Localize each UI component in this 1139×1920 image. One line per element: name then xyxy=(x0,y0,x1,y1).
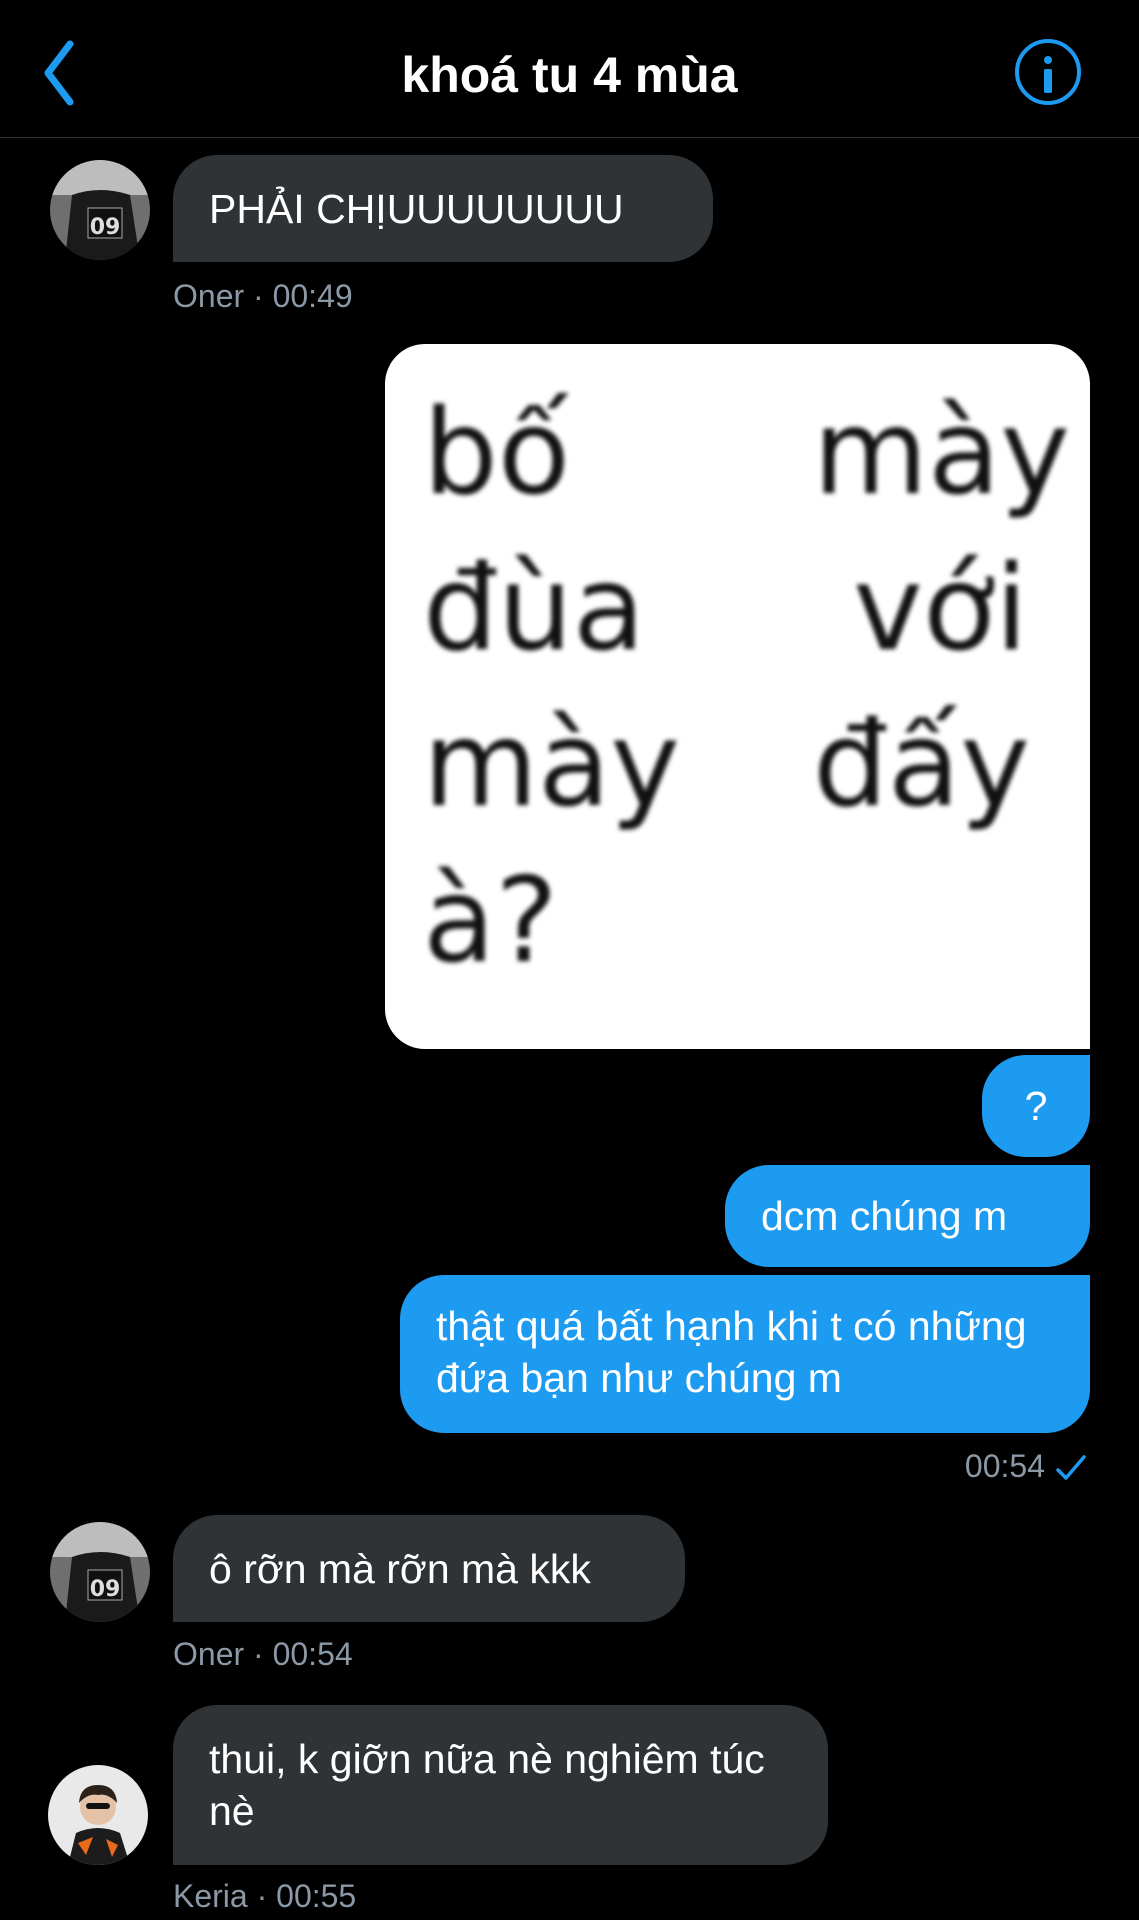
avatar-image: 09 xyxy=(50,1522,150,1622)
info-button[interactable] xyxy=(1015,39,1081,105)
image-word: mày xyxy=(813,383,1071,521)
avatar-oner[interactable]: 09 xyxy=(50,1522,150,1622)
image-word: à? xyxy=(423,851,558,989)
message-meta: Oner · 00:49 xyxy=(173,278,353,314)
message-bubble[interactable]: PHẢI CHỊUUUUUUUU xyxy=(173,155,713,262)
info-circle-icon xyxy=(1044,56,1052,64)
message-text: ô rỡn mà rỡn mà kkk xyxy=(209,1546,591,1592)
avatar-image: 09 xyxy=(50,160,150,260)
message-text: PHẢI CHỊUUUUUUUU xyxy=(209,186,624,232)
image-word: bố xyxy=(423,383,571,521)
message-bubble[interactable]: thui, k giỡn nữa nè nghiêm túc nè xyxy=(173,1705,828,1865)
avatar-image xyxy=(48,1765,148,1865)
image-word: mày xyxy=(423,695,681,833)
conversation-header: khoá tu 4 mùa xyxy=(0,0,1139,138)
message-meta: Keria · 00:55 xyxy=(173,1878,357,1914)
message-bubble-outgoing[interactable]: ? xyxy=(982,1055,1090,1157)
image-word: với xyxy=(853,539,1028,677)
message-meta: 00:54 xyxy=(964,1448,1045,1484)
message-text: thật quá bất hạnh khi t có những đứa bạn… xyxy=(436,1303,1027,1401)
conversation-title[interactable]: khoá tu 4 mùa xyxy=(0,46,1139,104)
image-word: đùa xyxy=(423,539,645,677)
message-bubble-outgoing[interactable]: thật quá bất hạnh khi t có những đứa bạn… xyxy=(400,1275,1090,1433)
avatar-keria[interactable] xyxy=(48,1765,148,1865)
svg-text:09: 09 xyxy=(90,1577,121,1602)
header-divider xyxy=(0,137,1139,138)
image-message[interactable]: bố mày đùa với mày đấy à? xyxy=(385,344,1090,1049)
message-text: thui, k giỡn nữa nè nghiêm túc nè xyxy=(209,1736,765,1834)
avatar-oner[interactable]: 09 xyxy=(50,160,150,260)
message-text: ? xyxy=(1024,1083,1048,1129)
image-word: đấy xyxy=(813,695,1031,833)
svg-text:09: 09 xyxy=(90,215,121,240)
message-text: dcm chúng m xyxy=(761,1193,1008,1239)
checkmark-icon xyxy=(1056,1455,1086,1480)
message-meta: Oner · 00:54 xyxy=(173,1636,353,1672)
message-bubble[interactable]: ô rỡn mà rỡn mà kkk xyxy=(173,1515,685,1622)
message-bubble-outgoing[interactable]: dcm chúng m xyxy=(725,1165,1090,1267)
